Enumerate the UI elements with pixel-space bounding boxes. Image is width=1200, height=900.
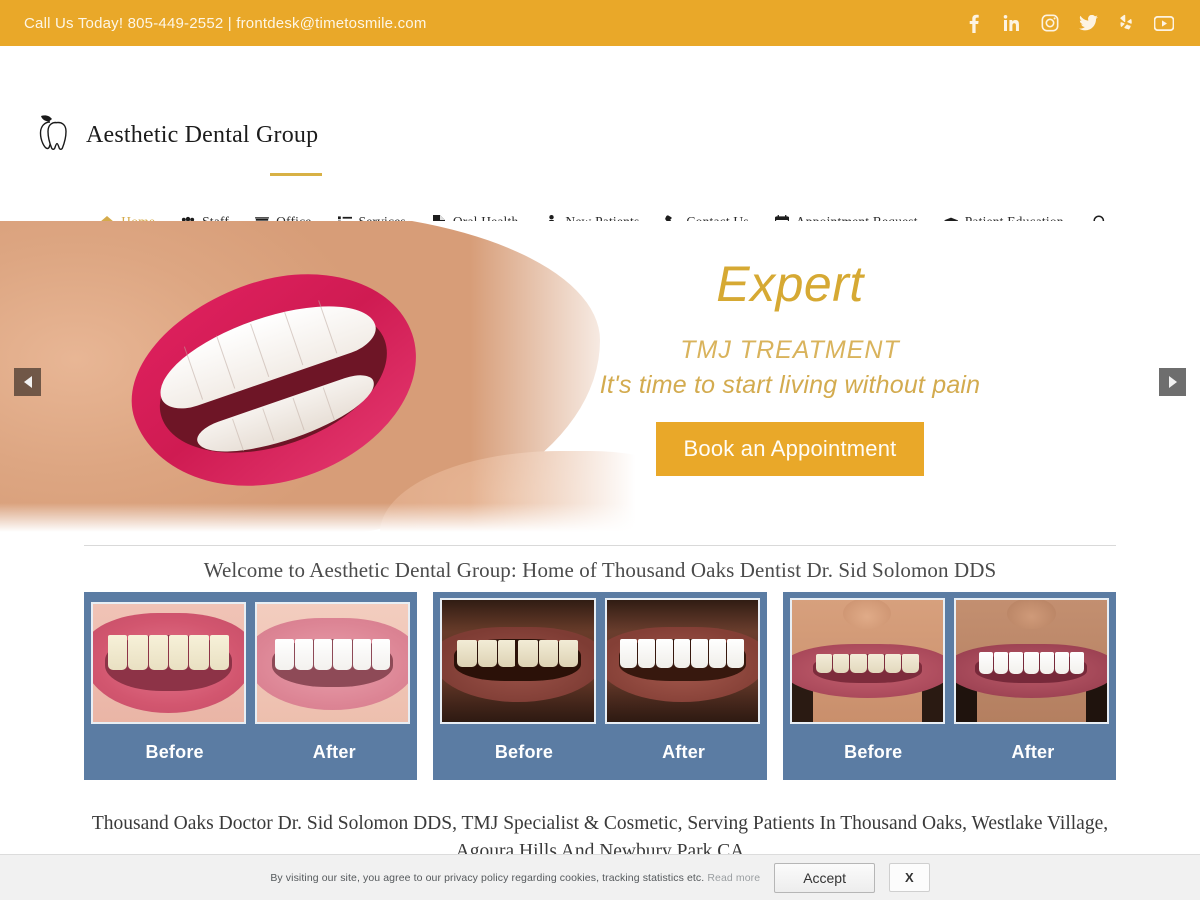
book-appointment-button[interactable]: Book an Appointment [655, 422, 925, 476]
tooth-apple-logo-icon [26, 110, 76, 160]
after-photo [604, 598, 760, 724]
facebook-icon[interactable] [964, 13, 984, 33]
tagline-line-1: Thousand Oaks Doctor Dr. Sid Solomon DDS… [91, 813, 1109, 834]
before-photo [789, 598, 945, 724]
before-label: Before [494, 741, 554, 762]
youtube-icon[interactable] [1154, 13, 1174, 33]
before-after-photos [789, 598, 1109, 724]
page-root: Call Us Today! 805-449-2552 | frontdesk@… [0, 0, 1200, 900]
hero-tagline: It's time to start living without pain [599, 371, 981, 399]
before-label: Before [844, 741, 903, 762]
after-label: After [312, 741, 356, 762]
before-after-card[interactable]: Before After [782, 592, 1116, 780]
before-after-labels: Before After [440, 724, 759, 780]
before-after-photos [440, 598, 760, 724]
yelp-icon[interactable] [1116, 13, 1136, 33]
cookie-message-text: By visiting our site, you agree to our p… [270, 871, 705, 884]
linkedin-icon[interactable] [1002, 13, 1022, 33]
before-photo [91, 602, 247, 724]
contact-info-text: Call Us Today! 805-449-2552 | frontdesk@… [24, 14, 427, 32]
before-after-gallery: Before After Before After Before After [84, 592, 1116, 780]
cookie-close-button[interactable]: X [889, 863, 930, 892]
instagram-icon[interactable] [1040, 13, 1060, 33]
social-links [964, 13, 1174, 33]
cookie-read-more-link[interactable]: Read more [707, 872, 760, 884]
next-slide-arrow[interactable] [1159, 368, 1186, 396]
hero-subtitle: TMJ TREATMENT [680, 336, 900, 364]
twitter-icon[interactable] [1078, 13, 1098, 33]
before-after-labels: Before After [790, 724, 1109, 780]
after-photo [255, 602, 411, 724]
hero-slider: Expert TMJ TREATMENT It's time to start … [0, 221, 1200, 535]
after-label: After [1011, 741, 1055, 762]
before-after-card[interactable]: Before After [84, 592, 418, 780]
section-divider [84, 545, 1116, 546]
before-after-labels: Before After [91, 724, 410, 780]
site-header: Aesthetic Dental Group Home Staff [0, 46, 1200, 230]
after-label: After [662, 741, 706, 762]
hero-content: Expert TMJ TREATMENT It's time to start … [560, 221, 1020, 535]
active-tab-indicator [270, 173, 322, 176]
site-logo[interactable]: Aesthetic Dental Group [26, 110, 318, 160]
prev-slide-arrow[interactable] [14, 368, 41, 396]
cookie-accept-button[interactable]: Accept [774, 862, 875, 893]
cookie-message: By visiting our site, you agree to our p… [270, 872, 760, 884]
before-label: Before [145, 741, 204, 762]
logo-text: Aesthetic Dental Group [86, 121, 319, 148]
top-contact-bar: Call Us Today! 805-449-2552 | frontdesk@… [0, 0, 1200, 46]
before-photo [440, 598, 596, 724]
cookie-consent-bar: By visiting our site, you agree to our p… [0, 854, 1200, 900]
before-after-card[interactable]: Before After [433, 592, 767, 780]
hero-title: Expert [716, 256, 864, 312]
after-photo [953, 598, 1109, 724]
welcome-heading: Welcome to Aesthetic Dental Group: Home … [203, 558, 997, 582]
before-after-photos [91, 602, 411, 724]
